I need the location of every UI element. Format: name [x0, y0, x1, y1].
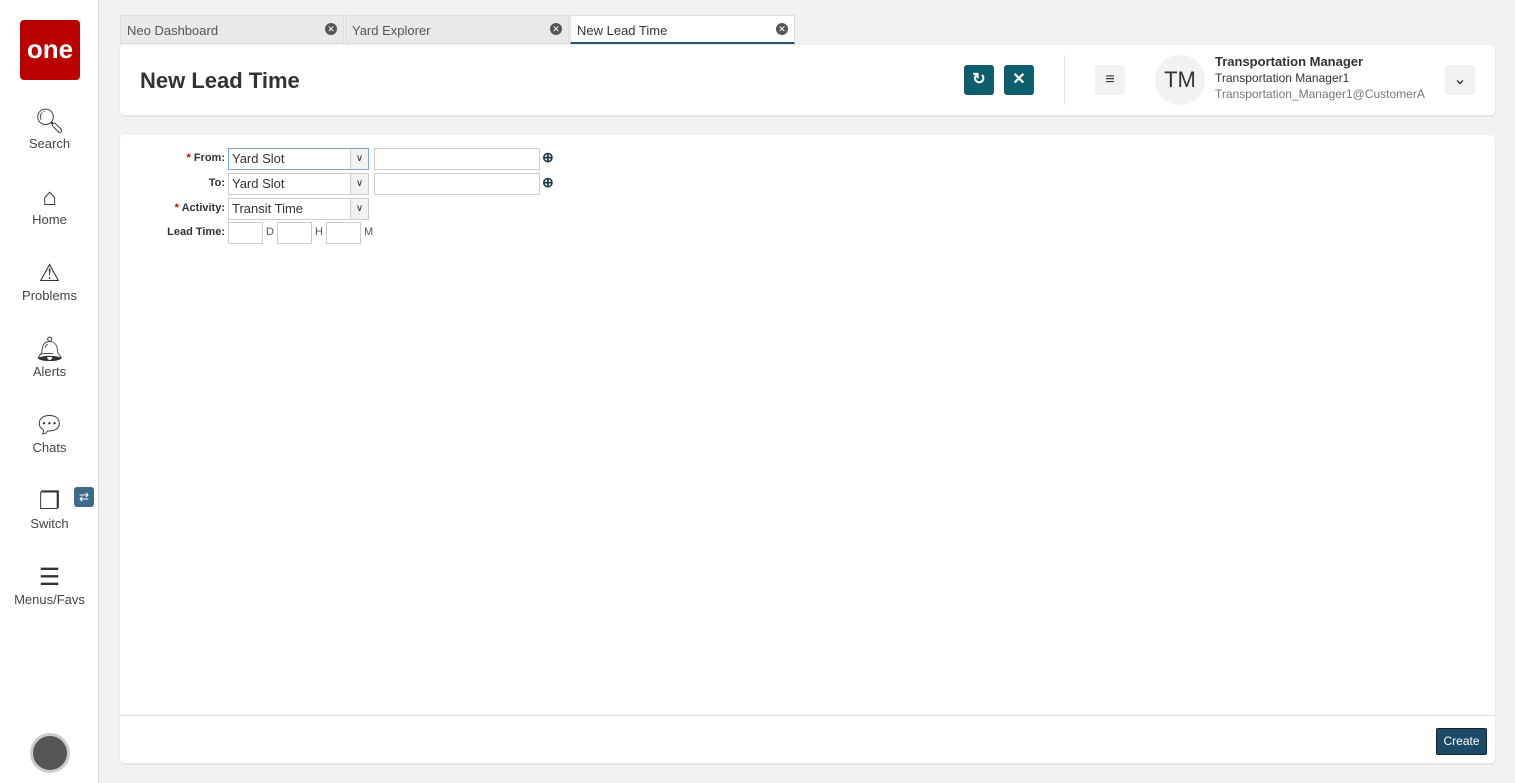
assistant-avatar-icon[interactable]: [30, 733, 70, 773]
page-title: New Lead Time: [140, 68, 300, 93]
from-type-select[interactable]: Yard Slot ∨: [228, 148, 369, 170]
days-unit: D: [266, 226, 274, 238]
lead-time-form: * From: Yard Slot ∨ ⊕ To: Yard Slot ∨ ⊕ * …: [120, 135, 1495, 763]
chevron-down-icon[interactable]: ∨: [350, 149, 368, 169]
chevron-down-icon[interactable]: ∨: [350, 174, 368, 194]
warning-icon: ⚠: [38, 260, 61, 287]
minutes-unit: M: [364, 226, 374, 238]
close-tab-icon[interactable]: ✕: [776, 23, 788, 35]
from-value-input[interactable]: [374, 148, 540, 170]
search-zoom-icon[interactable]: ⊕: [542, 149, 554, 166]
switch-badge-icon[interactable]: ⇄: [74, 487, 94, 507]
sidebar-item-problems[interactable]: ⚠ Problems: [0, 260, 99, 303]
to-label: To:: [208, 177, 225, 189]
home-icon: ⌂: [42, 184, 57, 211]
lead-time-days-input[interactable]: [228, 222, 263, 244]
avatar[interactable]: TM: [1155, 55, 1205, 105]
lead-time-minutes-input[interactable]: [326, 222, 361, 244]
chevron-down-icon[interactable]: ∨: [350, 199, 368, 219]
chat-icon: 💬︎: [34, 412, 65, 439]
tab-new-lead-time[interactable]: New Lead Time ✕: [570, 15, 795, 44]
sidebar-item-alerts[interactable]: 🔔︎ Alerts: [0, 336, 99, 379]
footer-divider: [120, 715, 1495, 716]
close-tab-icon[interactable]: ✕: [325, 23, 337, 35]
from-label: * From:: [186, 152, 225, 164]
to-value-input[interactable]: [374, 173, 540, 195]
search-zoom-icon[interactable]: ⊕: [542, 174, 554, 191]
activity-label: * Activity:: [174, 202, 225, 214]
refresh-button[interactable]: ↻: [964, 65, 994, 95]
sidebar-item-home[interactable]: ⌂ Home: [0, 184, 99, 227]
user-menu-chevron-down-icon[interactable]: ⌄: [1445, 65, 1475, 95]
lead-time-hours-input[interactable]: [277, 222, 312, 244]
user-info: Transportation Manager Transportation Ma…: [1215, 54, 1425, 101]
sidebar-item-chats[interactable]: 💬︎ Chats: [0, 412, 99, 455]
close-tab-icon[interactable]: ✕: [550, 23, 562, 35]
activity-select[interactable]: Transit Time ∨: [228, 198, 369, 220]
page-header: New Lead Time ↻ ✕ ≡ TM Transportation Ma…: [120, 45, 1495, 115]
to-type-select[interactable]: Yard Slot ∨: [228, 173, 369, 195]
create-button[interactable]: Create: [1436, 728, 1487, 755]
menu-icon: ☰: [38, 564, 61, 591]
close-button[interactable]: ✕: [1004, 65, 1034, 95]
logo[interactable]: one: [20, 20, 80, 80]
search-icon: 🔍︎: [34, 108, 65, 135]
divider: [1064, 55, 1065, 105]
tab-neo-dashboard[interactable]: Neo Dashboard ✕: [120, 15, 344, 44]
bell-icon: 🔔︎: [34, 336, 65, 363]
sidebar: one 🔍︎ Search ⌂ Home ⚠ Problems 🔔︎ Alerts 💬︎…: [0, 0, 99, 783]
hamburger-menu-button[interactable]: ≡: [1095, 65, 1125, 95]
sidebar-item-search[interactable]: 🔍︎ Search: [0, 108, 99, 151]
hours-unit: H: [315, 226, 323, 238]
lead-time-label: Lead Time:: [167, 226, 225, 238]
sidebar-item-menus-favs[interactable]: ☰ Menus/Favs: [0, 564, 99, 607]
tab-yard-explorer[interactable]: Yard Explorer ✕: [345, 15, 569, 44]
